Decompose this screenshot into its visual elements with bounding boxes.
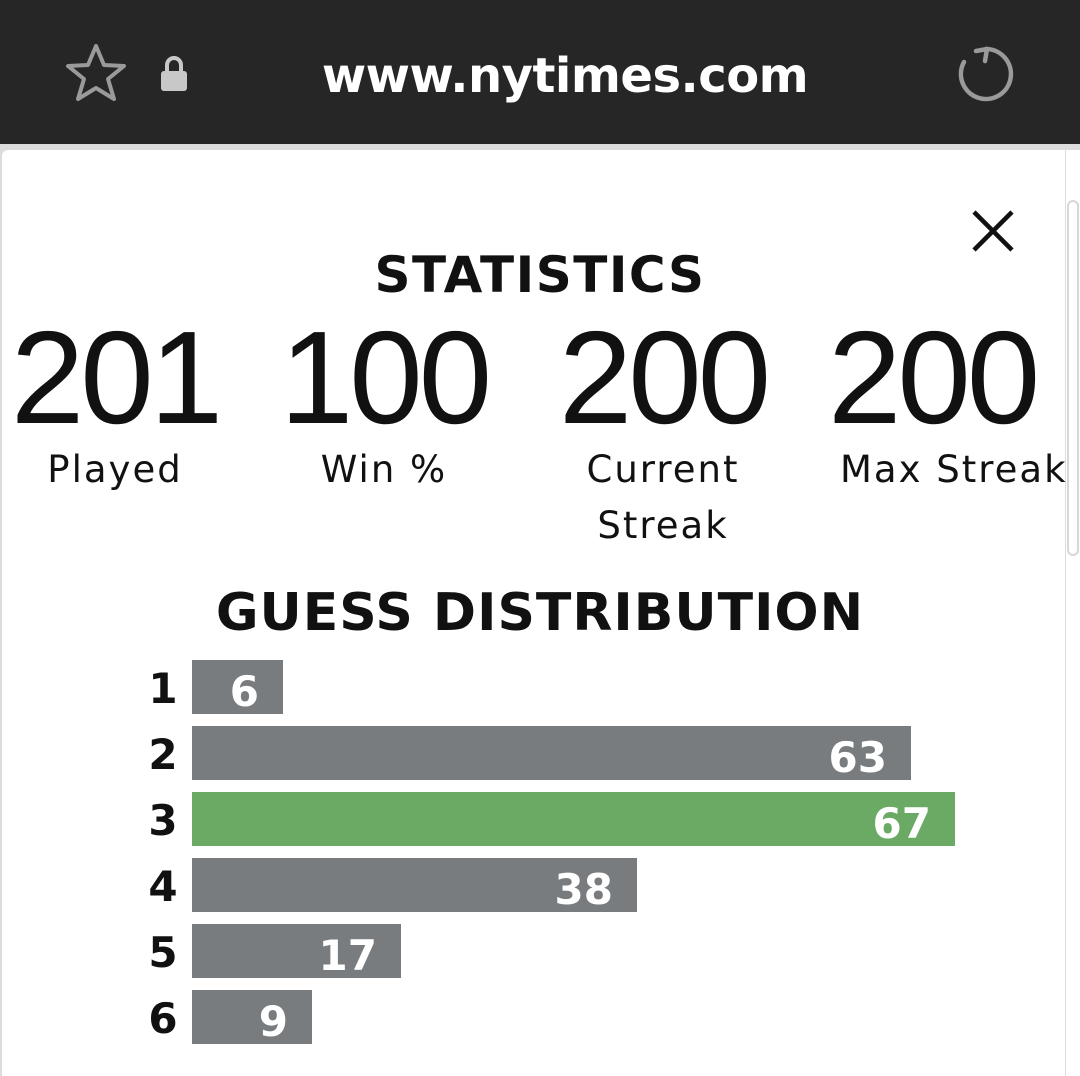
guess-row: 3 67 [0, 792, 1080, 848]
guess-number: 2 [148, 730, 178, 779]
stat-max-streak: 200 Max Streak [808, 318, 1080, 498]
stat-value: 200 [558, 304, 771, 451]
stat-label: Current Streak [586, 448, 740, 547]
guess-count: 17 [318, 931, 377, 980]
stat-value: 201 [10, 304, 223, 451]
guess-number: 5 [148, 928, 178, 977]
browser-toolbar: www.nytimes.com [0, 0, 1080, 144]
star-icon[interactable] [64, 42, 128, 106]
url-bar[interactable]: www.nytimes.com [300, 44, 830, 108]
stat-value: 100 [279, 304, 492, 451]
guess-number: 1 [148, 664, 178, 713]
guess-row: 5 17 [0, 924, 1080, 980]
stat-label: Max Streak [840, 448, 1068, 491]
guess-number: 3 [148, 796, 178, 845]
guess-bar: 9 [192, 990, 312, 1046]
statistics-title: STATISTICS [374, 246, 706, 304]
guess-row: 6 9 [0, 990, 1080, 1046]
guess-row: 4 38 [0, 858, 1080, 914]
guess-row: 1 6 [0, 660, 1080, 716]
stat-value: 200 [828, 318, 1040, 451]
reload-icon[interactable] [950, 40, 1020, 110]
stat-current-streak: 200 Current Streak [523, 304, 803, 554]
guess-count: 63 [828, 733, 887, 782]
guess-count: 6 [229, 667, 259, 716]
stat-played: 201 Played [0, 304, 255, 498]
guess-bar-highlighted: 67 [192, 792, 955, 848]
guess-bar: 63 [192, 726, 911, 782]
guess-distribution-title: GUESS DISTRIBUTION [215, 583, 865, 643]
guess-bar: 17 [192, 924, 401, 980]
guess-count: 9 [258, 997, 288, 1046]
lock-icon[interactable] [158, 54, 190, 94]
guess-count: 67 [872, 799, 931, 848]
guess-number: 4 [148, 862, 178, 911]
guess-row: 2 63 [0, 726, 1080, 782]
guess-bar: 6 [192, 660, 283, 716]
guess-bar: 38 [192, 858, 637, 914]
stat-win-percent: 100 Win % [244, 304, 524, 498]
guess-count: 38 [554, 865, 613, 914]
guess-number: 6 [148, 994, 178, 1043]
